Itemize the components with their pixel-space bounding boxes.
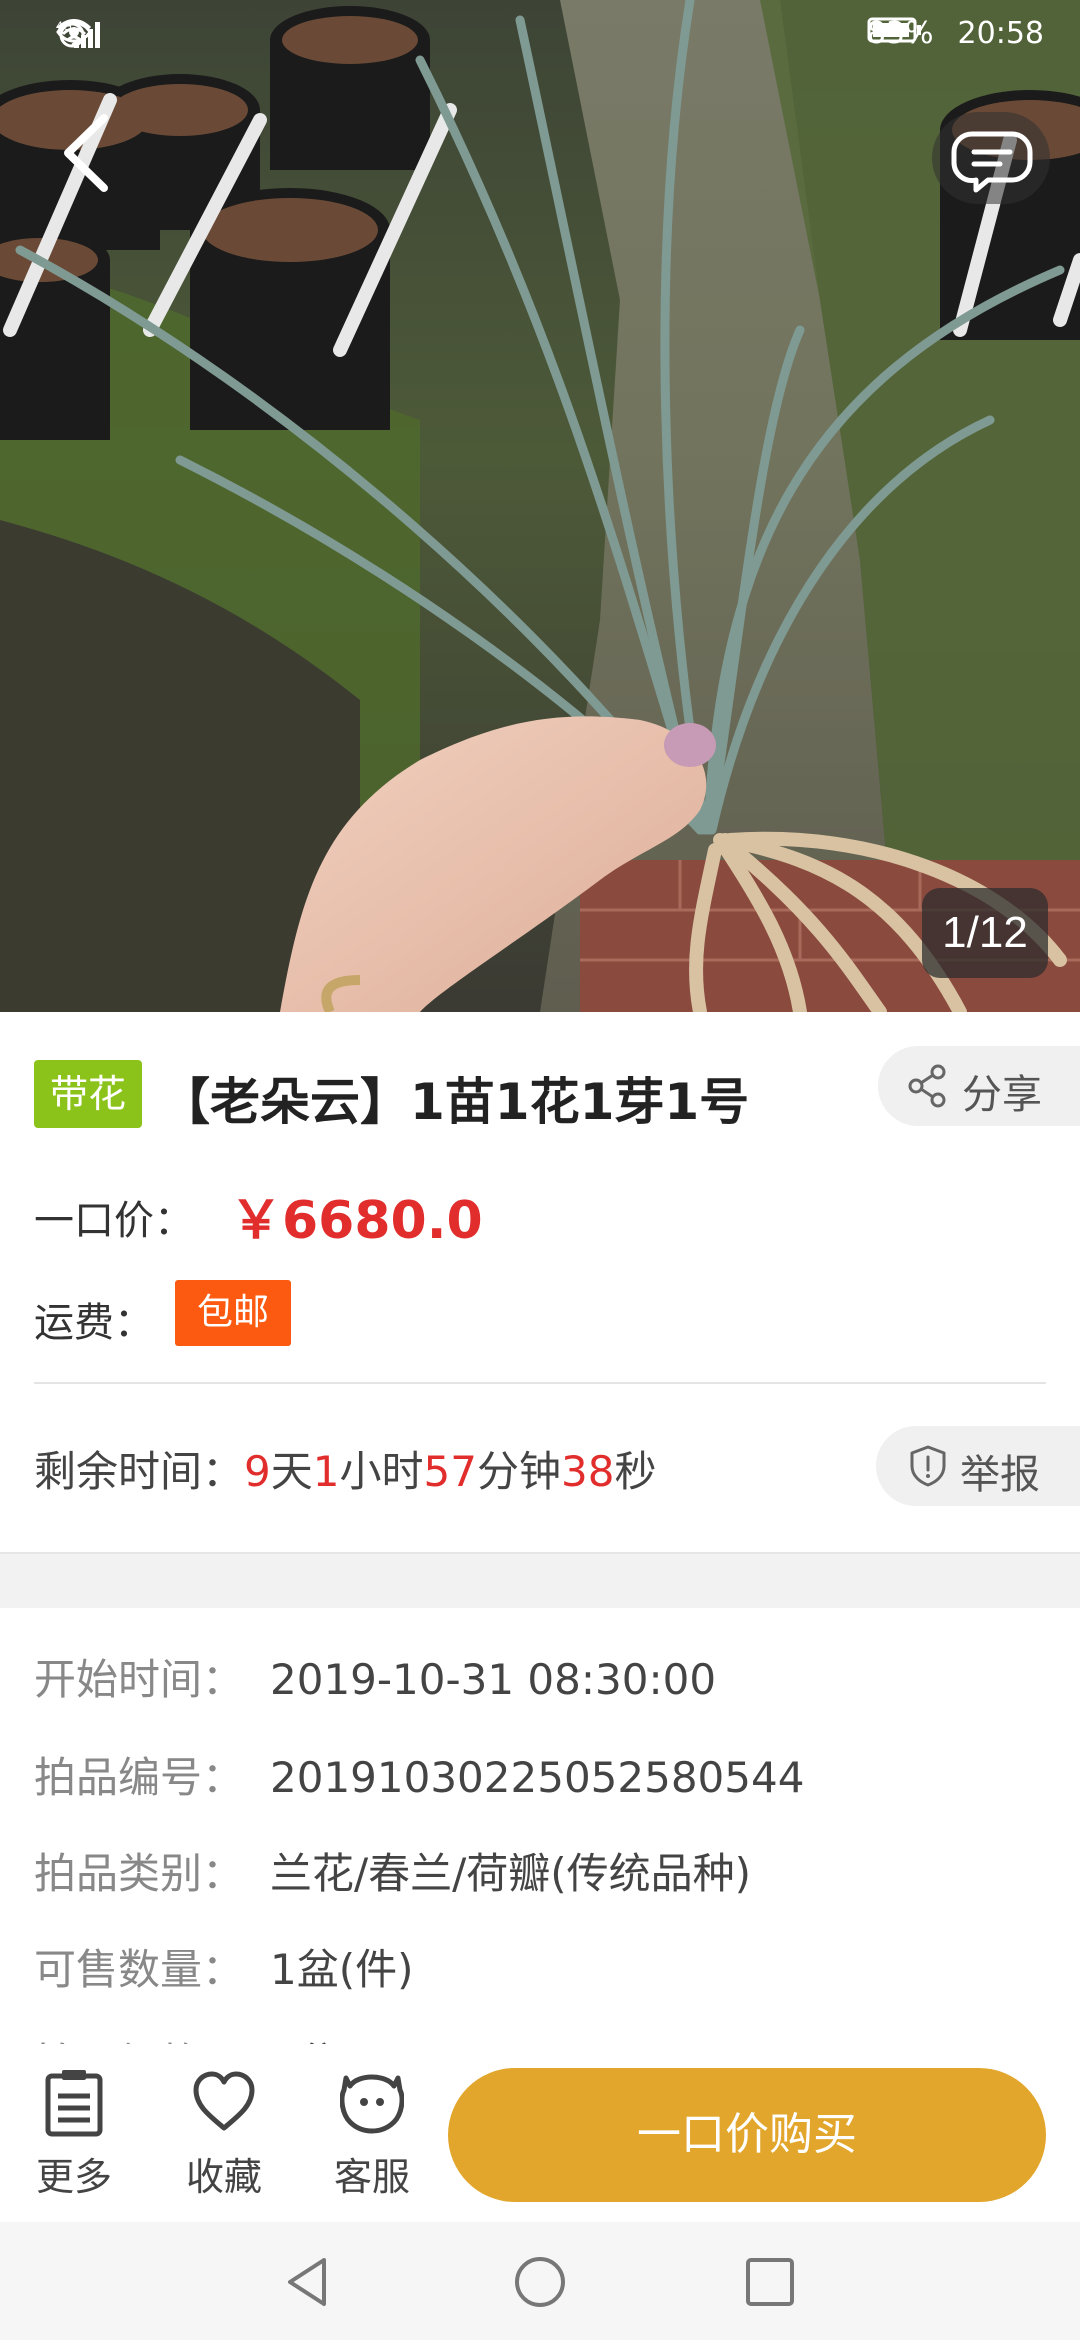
detail-label: 拍品类别： (34, 1849, 245, 1898)
divider (34, 1382, 1046, 1384)
flowering-tag: 带花 (34, 1060, 142, 1128)
share-label: 分享 (962, 1072, 1042, 1118)
product-title: 【老朵云】1苗1花1芽1号 (160, 1073, 750, 1131)
detail-value: 20191030225052580544 (270, 1753, 805, 1802)
countdown-days-unit: 天 (270, 1447, 313, 1496)
countdown-minutes: 57 (423, 1447, 477, 1496)
more-label: 更多 (35, 2155, 112, 2199)
system-navigation-bar (0, 2222, 1080, 2340)
share-button[interactable]: 分享 (878, 1046, 1080, 1126)
detail-value: 2019-10-31 08:30:00 (270, 1655, 717, 1704)
nav-back-icon[interactable] (278, 2252, 338, 2312)
status-bar: 4G 20:58 (0, 0, 1080, 74)
share-icon (908, 1064, 946, 1108)
shipping-label: 运费： (34, 1300, 154, 1346)
report-button[interactable]: 举报 (876, 1426, 1080, 1506)
countdown-days: 9 (244, 1447, 271, 1496)
favorite-label: 收藏 (185, 2155, 262, 2199)
countdown-hours: 1 (312, 1447, 340, 1496)
favorite-button[interactable]: 收藏 (164, 2068, 284, 2199)
detail-value: 1盆(件) (270, 1945, 414, 1994)
heart-icon (193, 2071, 255, 2131)
countdown-timer: 剩余时间：9天1小时57分钟38秒 (34, 1438, 656, 1499)
detail-row-quantity: 可售数量： 1盆(件) (34, 1936, 414, 1997)
chevron-left-icon (64, 114, 108, 192)
countdown-seconds: 38 (560, 1447, 615, 1496)
countdown-label: 剩余时间： (34, 1447, 245, 1496)
countdown-minutes-unit: 分钟 (476, 1447, 561, 1496)
chat-bubble-icon (951, 131, 1033, 193)
shield-icon (910, 1445, 946, 1487)
price-value: ￥6680.0 (230, 1191, 483, 1251)
smiley-icon (340, 2074, 404, 2134)
more-button[interactable]: 更多 (14, 2068, 134, 2199)
detail-row-category: 拍品类别： 兰花/春兰/荷瓣(传统品种) (34, 1840, 751, 1901)
detail-row-start-time: 开始时间： 2019-10-31 08:30:00 (34, 1646, 716, 1707)
detail-label: 可售数量： (34, 1945, 245, 1994)
product-photo-gallery[interactable]: 4G 20:58 1/12 (0, 0, 1080, 1012)
service-label: 客服 (333, 2155, 410, 2199)
detail-value: 兰花/春兰/荷瓣(传统品种) (270, 1849, 752, 1898)
message-button[interactable] (932, 112, 1050, 204)
detail-label: 开始时间： (34, 1655, 245, 1704)
countdown-seconds-unit: 秒 (614, 1447, 657, 1496)
customer-service-button[interactable]: 客服 (312, 2068, 432, 2199)
detail-label: 拍品编号： (34, 1753, 245, 1802)
back-button[interactable] (54, 108, 124, 198)
buy-now-button[interactable]: 一口价购买 (448, 2068, 1046, 2202)
orchid-photo (0, 0, 1080, 1012)
image-counter: 1/12 (922, 888, 1048, 978)
nav-home-icon[interactable] (510, 2252, 570, 2312)
price-label: 一口价： (34, 1198, 194, 1244)
report-label: 举报 (960, 1452, 1040, 1498)
section-separator (0, 1552, 1080, 1608)
bottom-action-bar: 更多 收藏 客服 一口价购买 (0, 2044, 1080, 2222)
clock: 20:58 (957, 16, 1044, 51)
document-icon (45, 2070, 103, 2137)
status-right: 83% 20:58 (867, 16, 1044, 51)
nav-recents-icon[interactable] (740, 2252, 800, 2312)
detail-row-lot-number: 拍品编号： 20191030225052580544 (34, 1744, 804, 1805)
product-detail-screen: 4G 20:58 1/12 带花 【老朵云】1苗1花1芽1号 分享 一口价： ￥… (0, 0, 1080, 2340)
countdown-hours-unit: 小时 (339, 1447, 424, 1496)
free-shipping-badge: 包邮 (175, 1280, 291, 1346)
